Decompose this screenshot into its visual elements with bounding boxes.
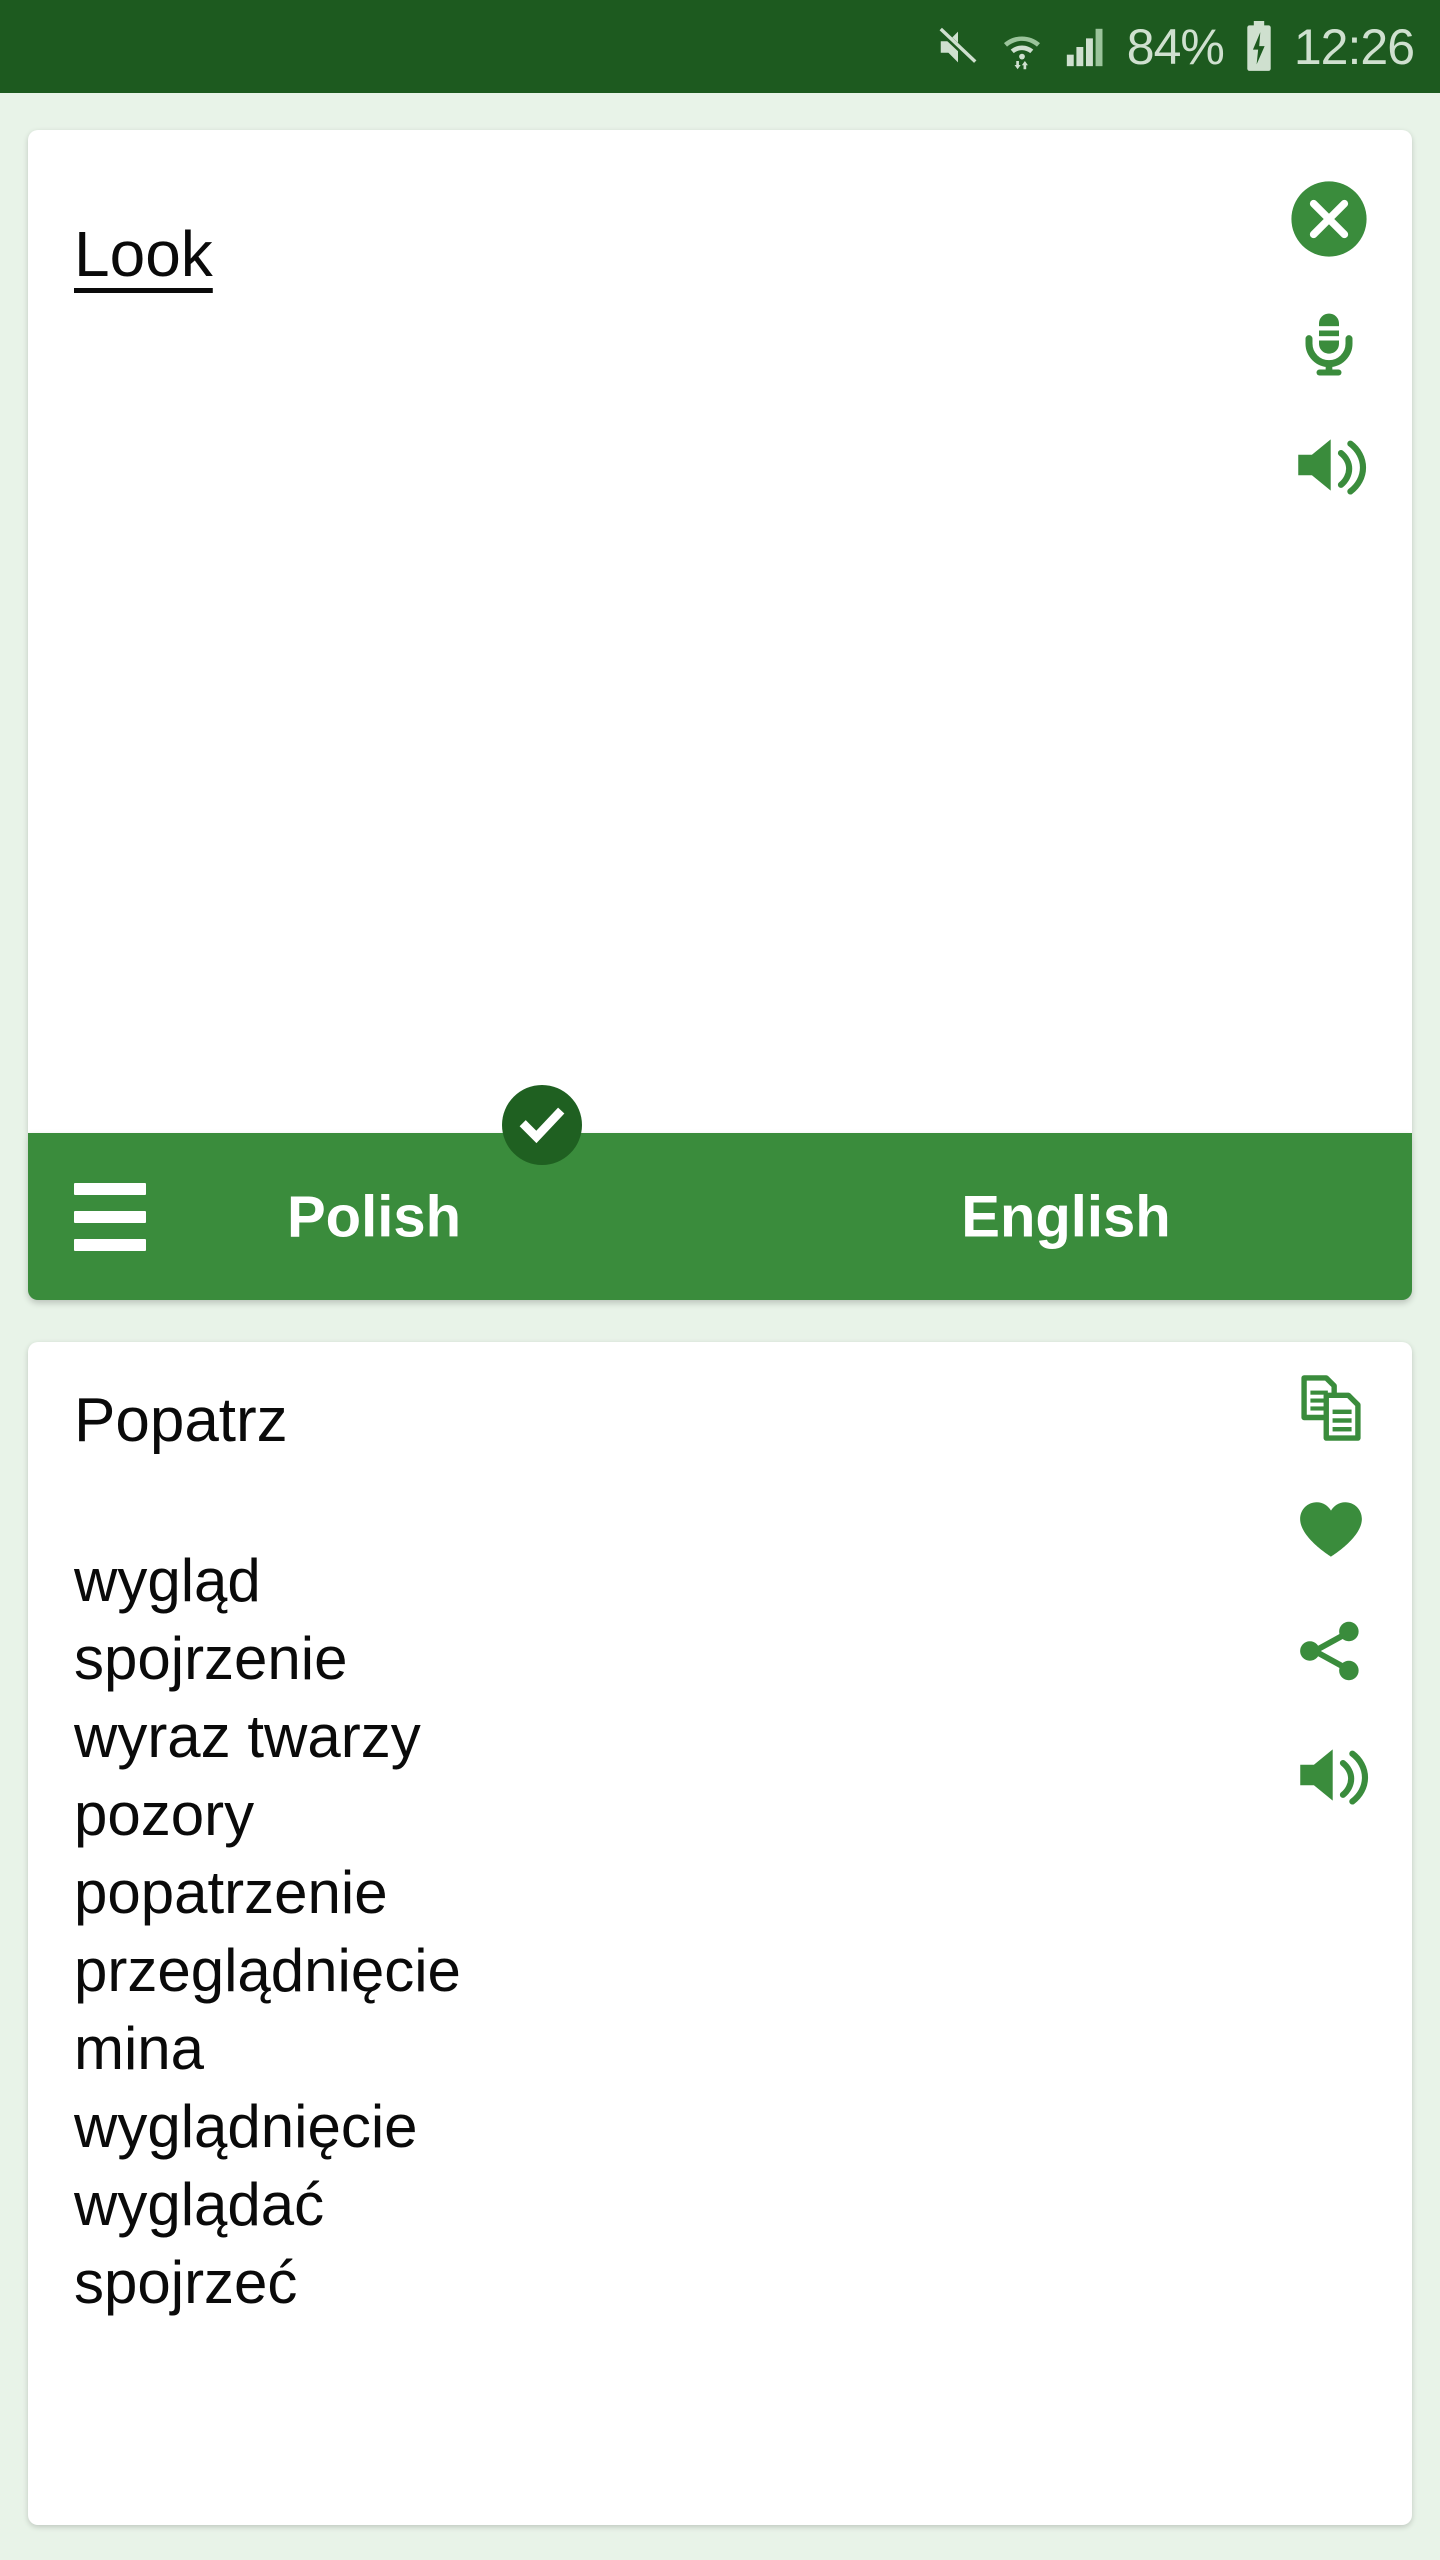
list-item[interactable]: mina	[74, 2010, 461, 2088]
status-bar: 84% 12:26	[0, 0, 1440, 93]
target-language-button[interactable]: English	[720, 1183, 1412, 1250]
result-actions	[1290, 1370, 1372, 1816]
list-item[interactable]: wyglądać	[74, 2166, 461, 2244]
source-actions	[1288, 178, 1370, 506]
translation-result-card: Popatrz wygląd spojrzenie wyraz twarzy p…	[28, 1342, 1412, 2525]
list-item[interactable]: spojrzenie	[74, 1620, 461, 1698]
copy-icon[interactable]	[1293, 1370, 1369, 1446]
battery-charging-icon	[1242, 20, 1276, 73]
source-language-button[interactable]: Polish	[28, 1183, 720, 1250]
speaker-icon[interactable]	[1290, 1734, 1372, 1816]
list-item[interactable]: popatrzenie	[74, 1854, 461, 1932]
list-item[interactable]: wygląd	[74, 1542, 461, 1620]
list-item[interactable]: przeglądnięcie	[74, 1932, 461, 2010]
close-circle-icon[interactable]	[1288, 178, 1370, 260]
list-item[interactable]: wyglądnięcie	[74, 2088, 461, 2166]
clock-label: 12:26	[1293, 18, 1415, 75]
language-bar: Polish English	[28, 1085, 1412, 1300]
heart-icon[interactable]	[1292, 1490, 1370, 1568]
list-item[interactable]: spojrzeć	[74, 2244, 461, 2322]
source-selected-check-icon	[502, 1085, 582, 1165]
source-text-input[interactable]: Look	[74, 222, 213, 286]
list-item[interactable]: pozory	[74, 1776, 461, 1854]
wifi-icon	[999, 24, 1045, 70]
share-icon[interactable]	[1292, 1612, 1370, 1690]
battery-percent-label: 84%	[1126, 18, 1225, 75]
list-item[interactable]: wyraz twarzy	[74, 1698, 461, 1776]
primary-translation: Popatrz	[74, 1386, 288, 1455]
speaker-icon[interactable]	[1288, 424, 1370, 506]
microphone-icon[interactable]	[1289, 302, 1369, 382]
signal-icon	[1063, 24, 1109, 70]
volume-muted-icon	[935, 24, 981, 70]
app-screen: 84% 12:26 Look Polish English Popatrz wy…	[0, 0, 1440, 2560]
source-text-card: Look	[28, 130, 1412, 1133]
translation-list: wygląd spojrzenie wyraz twarzy pozory po…	[74, 1542, 461, 2322]
